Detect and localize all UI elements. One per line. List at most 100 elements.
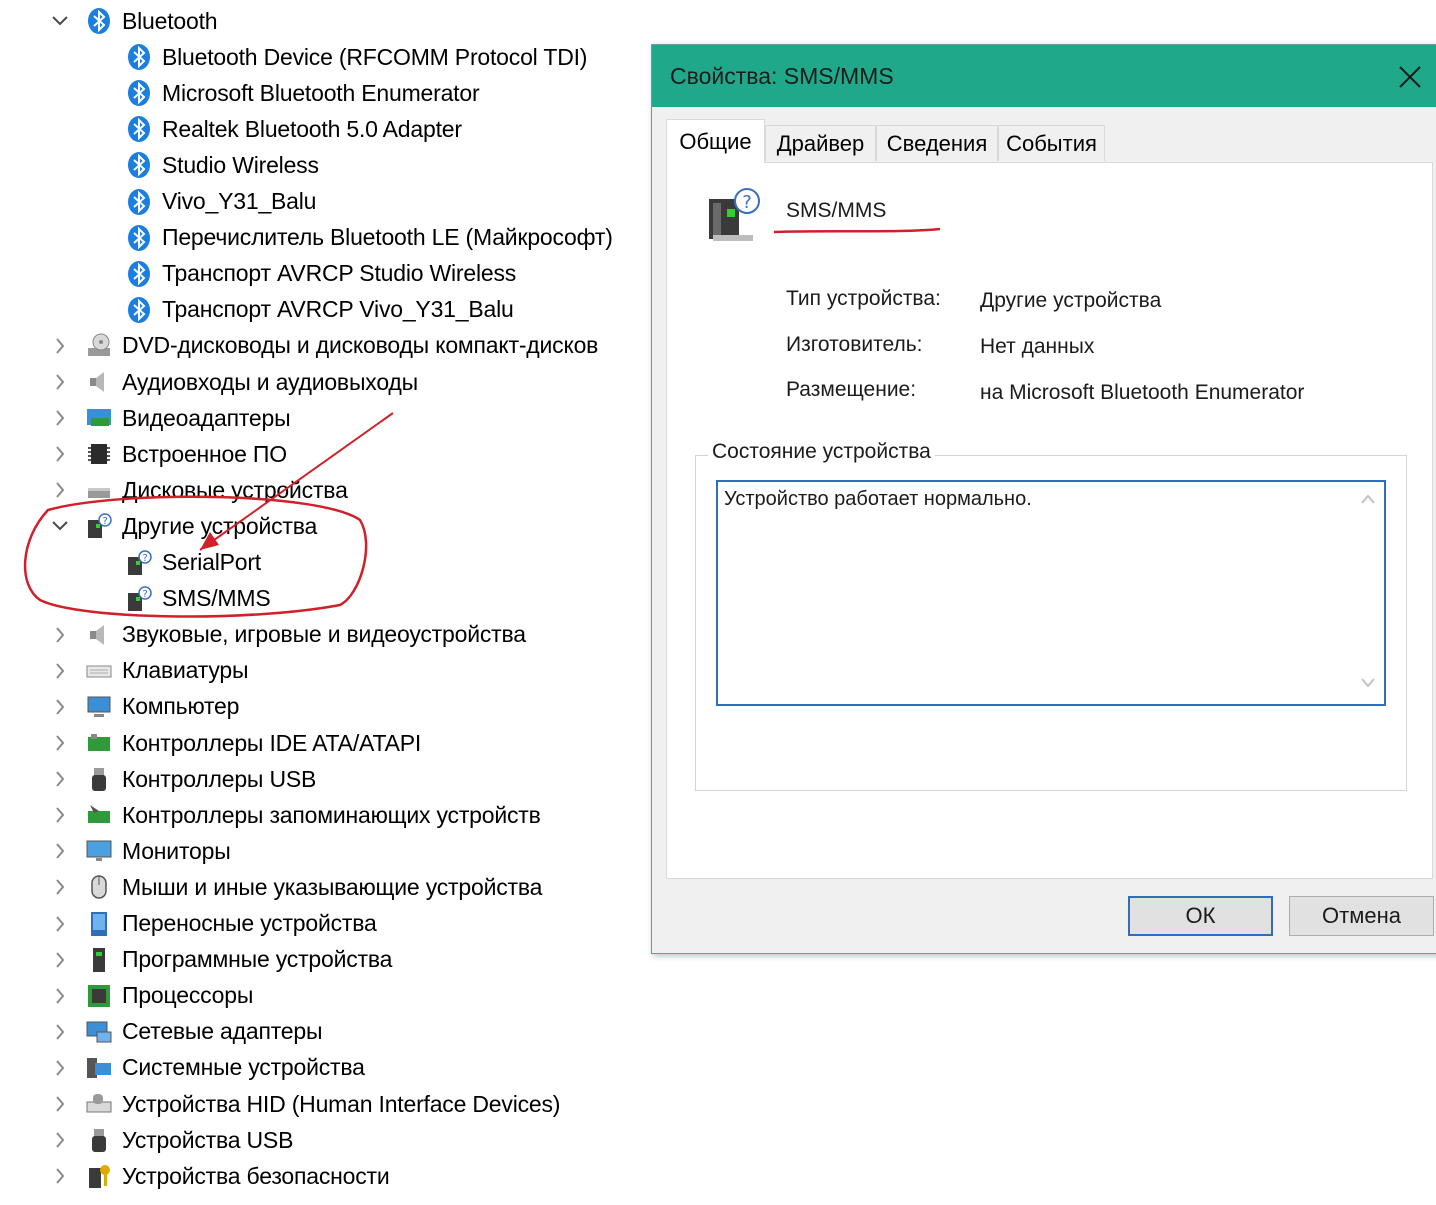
chevron-right-icon[interactable] <box>50 625 70 645</box>
tree-category[interactable]: Дисковые устройства <box>56 472 348 508</box>
storage-controller-icon <box>84 800 114 830</box>
chevron-right-icon[interactable] <box>50 480 70 500</box>
tree-item-bluetooth-device[interactable]: Транспорт AVRCP Vivo_Y31_Balu <box>124 292 514 328</box>
close-button[interactable] <box>1390 57 1430 97</box>
tree-item-label: Контроллеры IDE ATA/ATAPI <box>122 729 422 756</box>
tree-item-label: Компьютер <box>122 693 240 720</box>
tree-category[interactable]: Мониторы <box>56 833 231 869</box>
chevron-right-icon[interactable] <box>50 1130 70 1150</box>
chevron-right-icon[interactable] <box>50 914 70 934</box>
tree-category[interactable]: Системные устройства <box>56 1050 365 1086</box>
keyboard-icon <box>84 656 114 686</box>
unknown-device-icon: ? <box>705 185 765 245</box>
chevron-right-icon[interactable] <box>50 336 70 356</box>
processor-icon <box>84 981 114 1011</box>
chevron-right-icon[interactable] <box>50 1058 70 1078</box>
svg-text:?: ? <box>102 516 107 527</box>
device-status-group: Состояние устройства Устройство работает… <box>695 440 1407 791</box>
tree-item-label: Устройства безопасности <box>122 1162 390 1189</box>
tree-category[interactable]: Переносные устройства <box>56 906 377 942</box>
network-adapter-icon <box>84 1017 114 1047</box>
tree-category[interactable]: Устройства USB <box>56 1122 293 1158</box>
speaker-icon <box>84 367 114 397</box>
tree-item-bluetooth-device[interactable]: Транспорт AVRCP Studio Wireless <box>124 256 516 292</box>
tree-category[interactable]: Устройства HID (Human Interface Devices) <box>56 1086 560 1122</box>
tree-item-label: Vivo_Y31_Balu <box>162 188 317 214</box>
bluetooth-icon <box>124 78 154 108</box>
svg-text:?: ? <box>142 553 147 564</box>
unknown-device-icon: ? <box>124 548 154 578</box>
tree-item-label: Видеоадаптеры <box>122 404 291 431</box>
tree-item-label: Сетевые адаптеры <box>122 1018 323 1045</box>
tree-category[interactable]: Контроллеры USB <box>56 761 317 797</box>
tree-item-bluetooth-device[interactable]: Realtek Bluetooth 5.0 Adapter <box>124 111 462 147</box>
speaker-icon <box>84 620 114 650</box>
tree-item-label: Дисковые устройства <box>122 476 348 503</box>
chevron-right-icon[interactable] <box>50 733 70 753</box>
tree-item-bluetooth-device[interactable]: Перечислитель Bluetooth LE (Майкрософт) <box>124 220 613 256</box>
chevron-right-icon[interactable] <box>50 1022 70 1042</box>
tree-category[interactable]: Клавиатуры <box>56 653 249 689</box>
tab-details[interactable]: Сведения <box>876 125 998 161</box>
tree-category[interactable]: Контроллеры запоминающих устройств <box>56 797 541 833</box>
tree-category[interactable]: Устройства безопасности <box>56 1158 390 1194</box>
chevron-right-icon[interactable] <box>50 444 70 464</box>
chevron-right-icon[interactable] <box>50 1094 70 1114</box>
tree-item-other-device[interactable]: ? SMS/MMS <box>124 581 271 617</box>
chevron-right-icon[interactable] <box>50 1166 70 1186</box>
chevron-right-icon[interactable] <box>50 950 70 970</box>
tree-item-label: Microsoft Bluetooth Enumerator <box>162 79 480 106</box>
tree-category[interactable]: Звуковые, игровые и видеоустройства <box>56 617 526 653</box>
tree-item-bluetooth-device[interactable]: Microsoft Bluetooth Enumerator <box>124 75 480 111</box>
tab-general[interactable]: Общие <box>666 119 765 163</box>
properties-dialog: Свойства: SMS/MMS Общие Драйвер Сведения… <box>651 44 1436 954</box>
tree-category[interactable]: Компьютер <box>56 689 240 725</box>
chevron-down-icon[interactable] <box>50 11 70 31</box>
tree-item-bluetooth-device[interactable]: Studio Wireless <box>124 147 319 183</box>
tree-category[interactable]: Мыши и иные указывающие устройства <box>56 869 542 905</box>
tree-category[interactable]: Программные устройства <box>56 942 392 978</box>
chevron-right-icon[interactable] <box>50 408 70 428</box>
tree-category-bluetooth[interactable]: Bluetooth <box>52 3 218 39</box>
chevron-right-icon[interactable] <box>50 372 70 392</box>
manufacturer-value: Нет данных <box>980 335 1095 358</box>
chevron-right-icon[interactable] <box>50 805 70 825</box>
tree-category-other-devices[interactable]: ? Другие устройства <box>52 508 317 544</box>
tree-category[interactable]: Встроенное ПО <box>56 436 287 472</box>
tree-item-label: Контроллеры USB <box>122 765 317 792</box>
tree-category[interactable]: Контроллеры IDE ATA/ATAPI <box>56 725 422 761</box>
tree-item-bluetooth-device[interactable]: Vivo_Y31_Balu <box>124 184 316 220</box>
bluetooth-icon <box>124 114 154 144</box>
chevron-down-icon[interactable] <box>50 516 70 536</box>
tree-item-other-device[interactable]: ? SerialPort <box>124 545 261 581</box>
tree-item-bluetooth-device[interactable]: Bluetooth Device (RFCOMM Protocol TDI) <box>124 39 587 75</box>
tab-driver[interactable]: Драйвер <box>765 125 876 161</box>
tree-item-label: SerialPort <box>162 549 261 575</box>
unknown-device-icon: ? <box>124 584 154 614</box>
display-adapter-icon <box>84 403 114 433</box>
chevron-right-icon[interactable] <box>50 877 70 897</box>
chevron-right-icon[interactable] <box>50 697 70 717</box>
tree-category[interactable]: Процессоры <box>56 978 253 1014</box>
chevron-right-icon[interactable] <box>50 661 70 681</box>
scroll-down-icon[interactable] <box>1360 676 1376 694</box>
dialog-title-bar[interactable]: Свойства: SMS/MMS <box>652 45 1436 107</box>
svg-text:?: ? <box>742 192 752 213</box>
bluetooth-icon <box>84 6 114 36</box>
device-status-text: Устройство работает нормально. <box>724 488 1032 510</box>
ok-button[interactable]: ОК <box>1128 896 1273 936</box>
svg-text:?: ? <box>142 589 147 600</box>
tree-category[interactable]: Аудиовходы и аудиовыходы <box>56 364 418 400</box>
device-status-textbox[interactable]: Устройство работает нормально. <box>716 480 1386 706</box>
hid-icon <box>84 1089 114 1119</box>
tab-events[interactable]: События <box>998 125 1105 161</box>
cancel-button[interactable]: Отмена <box>1289 896 1434 936</box>
chevron-right-icon[interactable] <box>50 986 70 1006</box>
chevron-right-icon[interactable] <box>50 841 70 861</box>
scroll-up-icon[interactable] <box>1360 492 1376 510</box>
location-value: на Microsoft Bluetooth Enumerator <box>980 381 1305 404</box>
tree-category[interactable]: Видеоадаптеры <box>56 400 291 436</box>
chevron-right-icon[interactable] <box>50 769 70 789</box>
tree-category[interactable]: Сетевые адаптеры <box>56 1014 323 1050</box>
tree-category[interactable]: DVD-дисководы и дисководы компакт-дисков <box>56 328 598 364</box>
